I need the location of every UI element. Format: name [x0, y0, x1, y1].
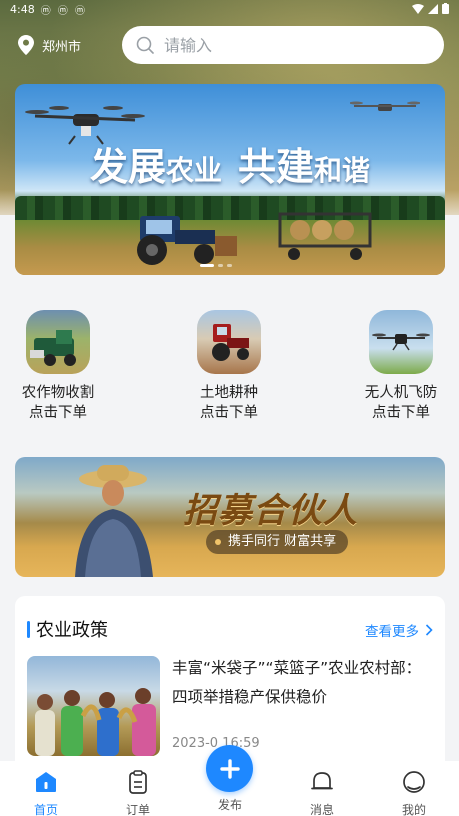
status-time: 4:48	[10, 2, 35, 16]
service-grid: 农作物收割 点击下单 土地耕种 点击下单 无人机飞防 点击下单	[0, 310, 459, 425]
service-title: 土地耕种	[200, 385, 258, 401]
section-accent-bar	[27, 620, 30, 638]
view-more-link[interactable]: 查看更多	[365, 620, 433, 640]
home-icon	[36, 772, 56, 792]
hero-banner[interactable]: 发展农业 共建和谐	[15, 84, 445, 275]
top-row: 郑州市	[0, 26, 459, 64]
carousel-dot	[218, 264, 223, 267]
hay-cart-image	[278, 212, 372, 260]
search-input[interactable]	[164, 35, 404, 55]
signal-icon	[428, 3, 438, 14]
slogan-part2-big: 共建	[238, 145, 315, 189]
city-label: 郑州市	[42, 39, 82, 55]
status-bar: 4:48 ⓜ ⓜ ⓜ	[0, 0, 459, 18]
service-title: 无人机飞防	[364, 385, 438, 401]
tractor-image	[137, 216, 237, 265]
banner-slogan: 发展农业 共建和谐	[15, 136, 445, 191]
slogan-part2-small: 和谐	[314, 154, 371, 187]
tiller-image	[197, 310, 261, 374]
tab-messages-label: 消息	[309, 803, 334, 816]
service-tillage[interactable]: 土地耕种 点击下单	[174, 310, 284, 423]
publish-button[interactable]	[206, 745, 253, 792]
tab-messages[interactable]: 消息	[292, 769, 352, 816]
search-bar[interactable]	[122, 26, 444, 64]
chevron-right-icon	[425, 624, 433, 636]
tab-mine[interactable]: 我的	[384, 769, 444, 816]
service-action: 点击下单	[200, 405, 258, 421]
search-icon	[136, 36, 154, 54]
tab-orders[interactable]: 订单	[108, 769, 168, 816]
harvester-image	[26, 310, 90, 374]
notification-icons: ⓜ ⓜ ⓜ	[40, 5, 88, 17]
battery-icon	[442, 3, 449, 14]
service-title: 农作物收割	[21, 385, 95, 401]
spray-drone-image	[369, 310, 433, 374]
slogan-part1-small: 农业	[165, 154, 222, 187]
slogan-part1-big: 发展	[89, 145, 166, 189]
service-action: 点击下单	[29, 405, 87, 421]
carousel-dot	[227, 264, 232, 267]
service-action: 点击下单	[372, 405, 430, 421]
farmer-image	[75, 465, 153, 577]
plus-icon	[219, 758, 240, 779]
order-list-icon	[129, 770, 147, 794]
wifi-icon	[412, 3, 424, 14]
bell-icon	[311, 772, 333, 790]
tab-home-label: 首页	[33, 803, 58, 816]
recruit-title: 招募合伙人	[183, 491, 358, 531]
service-drone-spraying[interactable]: 无人机飞防 点击下单	[346, 310, 456, 423]
profile-icon	[403, 771, 425, 793]
recruit-subtitle: 携手同行 财富共享	[206, 530, 349, 554]
news-thumbnail[interactable]	[27, 656, 160, 756]
service-harvest[interactable]: 农作物收割 点击下单	[3, 310, 113, 423]
drone-image-small	[350, 101, 420, 111]
news-title[interactable]: 丰富“米袋子”“菜篮子”农业农村部：四项举措稳产保供稳价	[172, 654, 434, 712]
policy-title: 农业政策	[36, 620, 108, 641]
publish-label: 发布	[217, 798, 242, 812]
tab-orders-label: 订单	[125, 803, 150, 816]
tab-mine-label: 我的	[401, 803, 426, 816]
carousel-dot-active	[200, 264, 214, 267]
recruit-banner[interactable]: 招募合伙人 携手同行 财富共享	[15, 457, 445, 577]
tab-home[interactable]: 首页	[16, 769, 76, 816]
carousel-indicator	[200, 264, 232, 267]
location-pin-icon	[18, 35, 34, 55]
location-selector[interactable]: 郑州市	[18, 35, 81, 55]
view-more-label: 查看更多	[365, 624, 419, 640]
policy-header: 农业政策	[27, 616, 108, 642]
status-indicators	[412, 3, 449, 14]
